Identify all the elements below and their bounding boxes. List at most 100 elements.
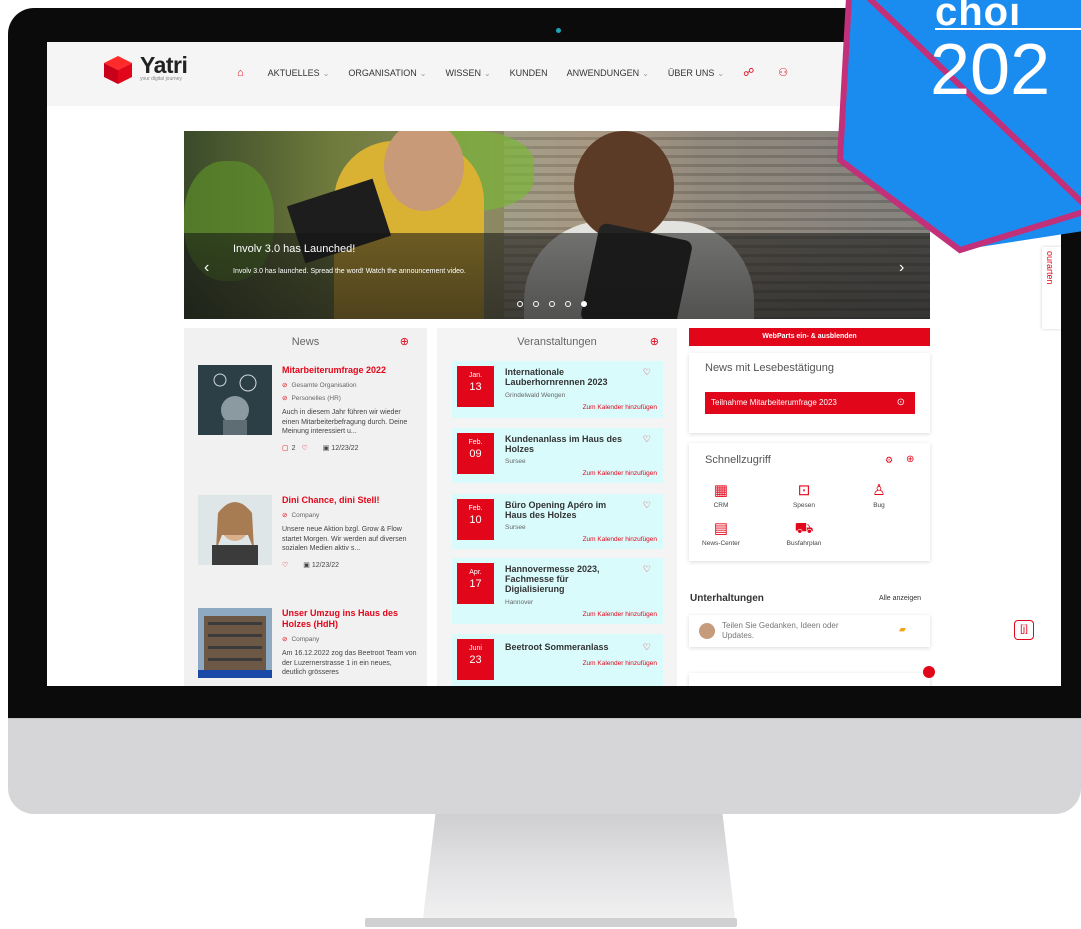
add-to-calendar-link[interactable]: Zum Kalender hinzufügen [583, 611, 657, 618]
quick-item-spesen[interactable]: ⊡ Spesen [774, 483, 834, 510]
home-icon[interactable]: ⌂ [237, 67, 244, 79]
news-title[interactable]: Unser Umzug ins Haus des Holzes (HdH) [282, 608, 417, 630]
event-item[interactable]: Juni 23 Beetroot Sommeranlass ♡ Zum Kale… [452, 634, 663, 686]
webparts-toggle-button[interactable]: WebParts ein- & ausblenden [689, 328, 930, 346]
news-header: News ⊕ [184, 328, 427, 356]
monitor-foot [365, 918, 737, 927]
event-day: 13 [469, 381, 482, 393]
heart-icon[interactable]: ♡ [282, 562, 288, 569]
event-month: Jan. [468, 372, 483, 379]
event-date-badge: Juni 23 [457, 639, 494, 680]
chevron-down-icon: ⌄ [483, 68, 491, 78]
heart-icon[interactable]: ♡ [643, 500, 651, 511]
event-date-badge: Feb. 09 [457, 433, 494, 474]
news-title[interactable]: Dini Chance, dini Stell! [282, 495, 417, 506]
event-location: Grindelwald Wengen [505, 392, 566, 399]
brand-logo[interactable]: Yatri your digital journey [102, 52, 188, 86]
news-title[interactable]: Mitarbeiterumfrage 2022 [282, 365, 417, 376]
event-item[interactable]: Apr. 17 Hannovermesse 2023, Fachmesse fü… [452, 558, 663, 624]
sitemap-icon[interactable]: ☍ [743, 66, 754, 79]
add-to-calendar-link[interactable]: Zum Kalender hinzufügen [583, 660, 657, 667]
calendar-icon: ▣ [303, 561, 310, 569]
chevron-down-icon: ⌄ [322, 68, 330, 78]
carousel-dot[interactable] [565, 301, 571, 307]
heart-icon[interactable]: ♡ [301, 445, 307, 452]
quick-item-label: News-Center [702, 540, 740, 547]
conversation-input[interactable]: Teilen Sie Gedanken, Ideen oder Updates.… [689, 615, 930, 647]
gear-icon[interactable]: ⚙ [885, 455, 893, 466]
chevron-down-icon: ⌄ [419, 68, 427, 78]
hero-carousel[interactable]: Involv 3.0 has Launched! Involv 3.0 has … [184, 131, 930, 319]
conversation-card[interactable] [689, 673, 930, 686]
carousel-dot[interactable] [517, 301, 523, 307]
brand-name: Yatri [140, 52, 188, 78]
quick-item-crm[interactable]: ▦ CRM [691, 482, 751, 510]
nav-item-aktuelles[interactable]: AKTUELLES ⌄ [268, 68, 330, 78]
heart-icon[interactable]: ♡ [643, 367, 651, 378]
emoji-icon[interactable]: ▰ [899, 624, 906, 635]
nav-item-kunden[interactable]: KUNDEN [510, 68, 548, 78]
quick-item-label: Bug [873, 502, 885, 509]
hidden-eye-icon: ⊘ [282, 512, 288, 519]
news-thumbnail [198, 495, 272, 565]
comment-icon[interactable]: ▢ [282, 445, 289, 452]
event-day: 17 [469, 578, 482, 590]
help-icon[interactable]: [j] [1014, 620, 1034, 640]
carousel-dot-active[interactable] [581, 301, 587, 307]
nav-item-ueber-uns[interactable]: ÜBER UNS ⌄ [668, 68, 724, 78]
event-month: Juni [469, 645, 482, 652]
read-confirmation-title: News mit Lesebestätigung [705, 362, 835, 374]
event-item[interactable]: Jan. 13 Internationale Lauberhornrennen … [452, 361, 663, 418]
nav-item-anwendungen[interactable]: ANWENDUNGEN ⌄ [567, 68, 649, 78]
crm-icon: ▦ [713, 482, 729, 499]
bug-user-icon: ♙ [872, 482, 886, 499]
quick-item-busfahrplan[interactable]: ⛟ Busfahrplan [774, 521, 834, 548]
chevron-left-icon[interactable]: ‹ [204, 259, 209, 277]
event-date-badge: Apr. 17 [457, 563, 494, 604]
news-meta: ♡ ▣ 12/23/22 [282, 561, 340, 569]
main-navigation: ⌂ AKTUELLES ⌄ ORGANISATION ⌄ WISSEN ⌄ KUNDE… [237, 66, 812, 80]
cube-logo-icon [104, 56, 132, 84]
news-thumbnail [198, 608, 272, 678]
event-month: Feb. [468, 505, 483, 512]
news-icon: ▤ [713, 520, 729, 537]
quick-item-news-center[interactable]: ▤ News-Center [691, 520, 751, 548]
hidden-eye-icon: ⊘ [282, 395, 288, 402]
news-tag: ⊘ Personelles (HR) [282, 395, 341, 402]
news-tag: ⊘ Company [282, 512, 320, 519]
heart-icon[interactable]: ♡ [643, 564, 651, 575]
survey-button[interactable]: Teilnahme Mitarbeiterumfrage 2023 ⊙ [705, 392, 915, 414]
add-to-calendar-link[interactable]: Zum Kalender hinzufügen [583, 536, 657, 543]
event-item[interactable]: Feb. 10 Büro Opening Apéro im Haus des H… [452, 494, 663, 549]
hero-person-head [574, 131, 674, 241]
calendar-icon: ▣ [322, 444, 330, 452]
add-circle-icon[interactable]: ⊕ [906, 454, 914, 465]
carousel-dot[interactable] [533, 301, 539, 307]
user-switch-icon[interactable]: ⚇ [778, 66, 788, 79]
conversation-placeholder: Teilen Sie Gedanken, Ideen oder Updates. [722, 621, 839, 640]
heart-icon[interactable]: ♡ [643, 642, 651, 653]
news-meta: ▢ 2 ♡ ▣ 12/23/22 [282, 444, 359, 452]
quick-item-bug[interactable]: ♙ Bug [849, 482, 909, 510]
event-month: Feb. [468, 439, 483, 446]
hidden-eye-icon: ⊘ [282, 636, 288, 643]
news-excerpt: Am 16.12.2022 zog das Beetroot Team von … [282, 650, 417, 676]
event-title: Büro Opening Apéro im Haus des Holzes [505, 500, 607, 520]
event-day: 10 [469, 514, 482, 526]
quick-access-panel: Schnellzugriff ⚙ ⊕ ▦ CRM ⊡ Spesen ♙ Bug [689, 443, 930, 561]
survey-button-label: Teilnahme Mitarbeiterumfrage 2023 [711, 398, 837, 407]
events-column: Veranstaltungen ⊕ Jan. 13 Internationale… [437, 328, 677, 686]
event-item[interactable]: Feb. 09 Kundenanlass im Haus des Holzes … [452, 428, 663, 483]
event-day: 09 [469, 448, 482, 460]
add-to-calendar-link[interactable]: Zum Kalender hinzufügen [583, 470, 657, 477]
carousel-dot[interactable] [549, 301, 555, 307]
event-title: Beetroot Sommeranlass [505, 642, 609, 652]
nav-item-wissen[interactable]: WISSEN ⌄ [445, 68, 490, 78]
add-circle-icon[interactable]: ⊕ [650, 328, 659, 356]
add-to-calendar-link[interactable]: Zum Kalender hinzufügen [583, 404, 657, 411]
nav-item-organisation[interactable]: ORGANISATION ⌄ [348, 68, 426, 78]
show-all-link[interactable]: Alle anzeigen [879, 595, 921, 602]
add-circle-icon[interactable]: ⊕ [400, 328, 409, 356]
heart-icon[interactable]: ♡ [643, 434, 651, 445]
chevron-right-icon[interactable]: › [899, 259, 904, 277]
